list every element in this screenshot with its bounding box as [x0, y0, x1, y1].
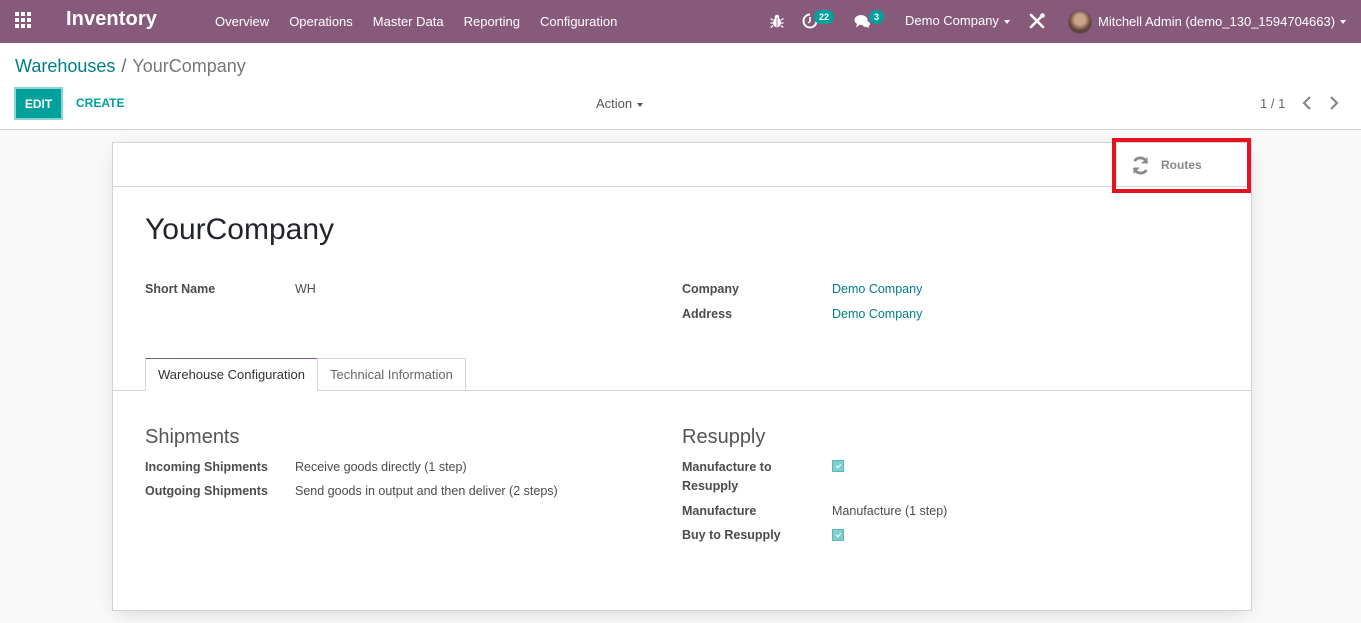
bug-icon[interactable] [770, 13, 784, 29]
record-title: YourCompany [145, 213, 335, 246]
app-name[interactable]: Inventory [66, 8, 157, 31]
address-link[interactable]: Demo Company [832, 307, 922, 321]
messages-count-badge: 3 [869, 10, 885, 24]
menu-overview[interactable]: Overview [205, 0, 279, 43]
pager-value[interactable]: 1 / 1 [1260, 87, 1285, 120]
buy-to-resupply-label: Buy to Resupply [682, 528, 781, 542]
company-link[interactable]: Demo Company [832, 282, 922, 296]
breadcrumb-separator: / [121, 56, 127, 76]
tab-technical-information[interactable]: Technical Information [317, 358, 466, 391]
pager-previous-icon[interactable] [1300, 95, 1314, 111]
user-name: Mitchell Admin (demo_130_1594704663) [1098, 14, 1336, 29]
company-switcher[interactable]: Demo Company [905, 0, 1010, 43]
manufacture-to-resupply-checkbox[interactable] [832, 460, 844, 472]
tab-warehouse-configuration[interactable]: Warehouse Configuration [145, 358, 318, 391]
manufacture-to-resupply-label-line2: Resupply [682, 479, 739, 493]
action-dropdown[interactable]: Action [596, 87, 644, 120]
tools-icon[interactable] [1029, 12, 1045, 30]
manufacture-label: Manufacture [682, 504, 757, 518]
short-name-value: WH [295, 282, 316, 296]
routes-label: Routes [1161, 158, 1202, 172]
short-name-label: Short Name [145, 282, 216, 296]
refresh-icon [1132, 156, 1149, 174]
smart-button-box: Routes [113, 143, 1251, 187]
breadcrumb: Warehouses / YourCompany [15, 56, 246, 77]
pager-next-icon[interactable] [1327, 95, 1341, 111]
company-label: Company [682, 282, 739, 296]
outgoing-shipments-label: Outgoing Shipments [145, 484, 268, 498]
notebook-tabs: Warehouse Configuration Technical Inform… [113, 358, 1251, 391]
action-label: Action [596, 96, 633, 111]
buy-to-resupply-checkbox[interactable] [832, 529, 844, 541]
manufacture-value: Manufacture (1 step) [832, 504, 948, 518]
messages-menu[interactable]: 3 [854, 10, 888, 32]
avatar [1068, 9, 1092, 34]
create-button[interactable]: CREATE [76, 87, 124, 120]
menu-operations[interactable]: Operations [279, 0, 363, 43]
breadcrumb-warehouses[interactable]: Warehouses [15, 56, 115, 76]
outgoing-shipments-value: Send goods in output and then deliver (2… [295, 484, 558, 498]
address-label: Address [682, 307, 733, 321]
control-panel: Warehouses / YourCompany EDIT CREATE Actio… [0, 43, 1361, 130]
resupply-group-title: Resupply [682, 426, 766, 448]
menu-master-data[interactable]: Master Data [363, 0, 454, 43]
breadcrumb-current: YourCompany [132, 56, 246, 76]
main-menu: Overview Operations Master Data Reportin… [205, 0, 627, 43]
company-name: Demo Company [905, 13, 999, 28]
incoming-shipments-label: Incoming Shipments [145, 460, 268, 474]
apps-menu-icon[interactable] [15, 12, 33, 28]
shipments-group-title: Shipments [145, 426, 240, 448]
caret-down-icon [1340, 19, 1347, 24]
user-menu[interactable]: Mitchell Admin (demo_130_1594704663) [1068, 0, 1347, 43]
top-navbar: Inventory Overview Operations Master Dat… [0, 0, 1361, 43]
edit-button[interactable]: EDIT [14, 87, 63, 120]
incoming-shipments-value: Receive goods directly (1 step) [295, 460, 467, 474]
caret-down-icon [637, 102, 644, 107]
activity-count-badge: 22 [814, 10, 835, 24]
activity-menu[interactable]: 22 [802, 10, 838, 32]
menu-configuration[interactable]: Configuration [530, 0, 627, 43]
routes-smart-button[interactable]: Routes [1116, 143, 1251, 187]
menu-reporting[interactable]: Reporting [454, 0, 530, 43]
caret-down-icon [1003, 19, 1010, 24]
manufacture-to-resupply-label-line1: Manufacture to [682, 460, 772, 474]
form-sheet: Routes YourCompany Short Name WH Company… [112, 142, 1252, 611]
